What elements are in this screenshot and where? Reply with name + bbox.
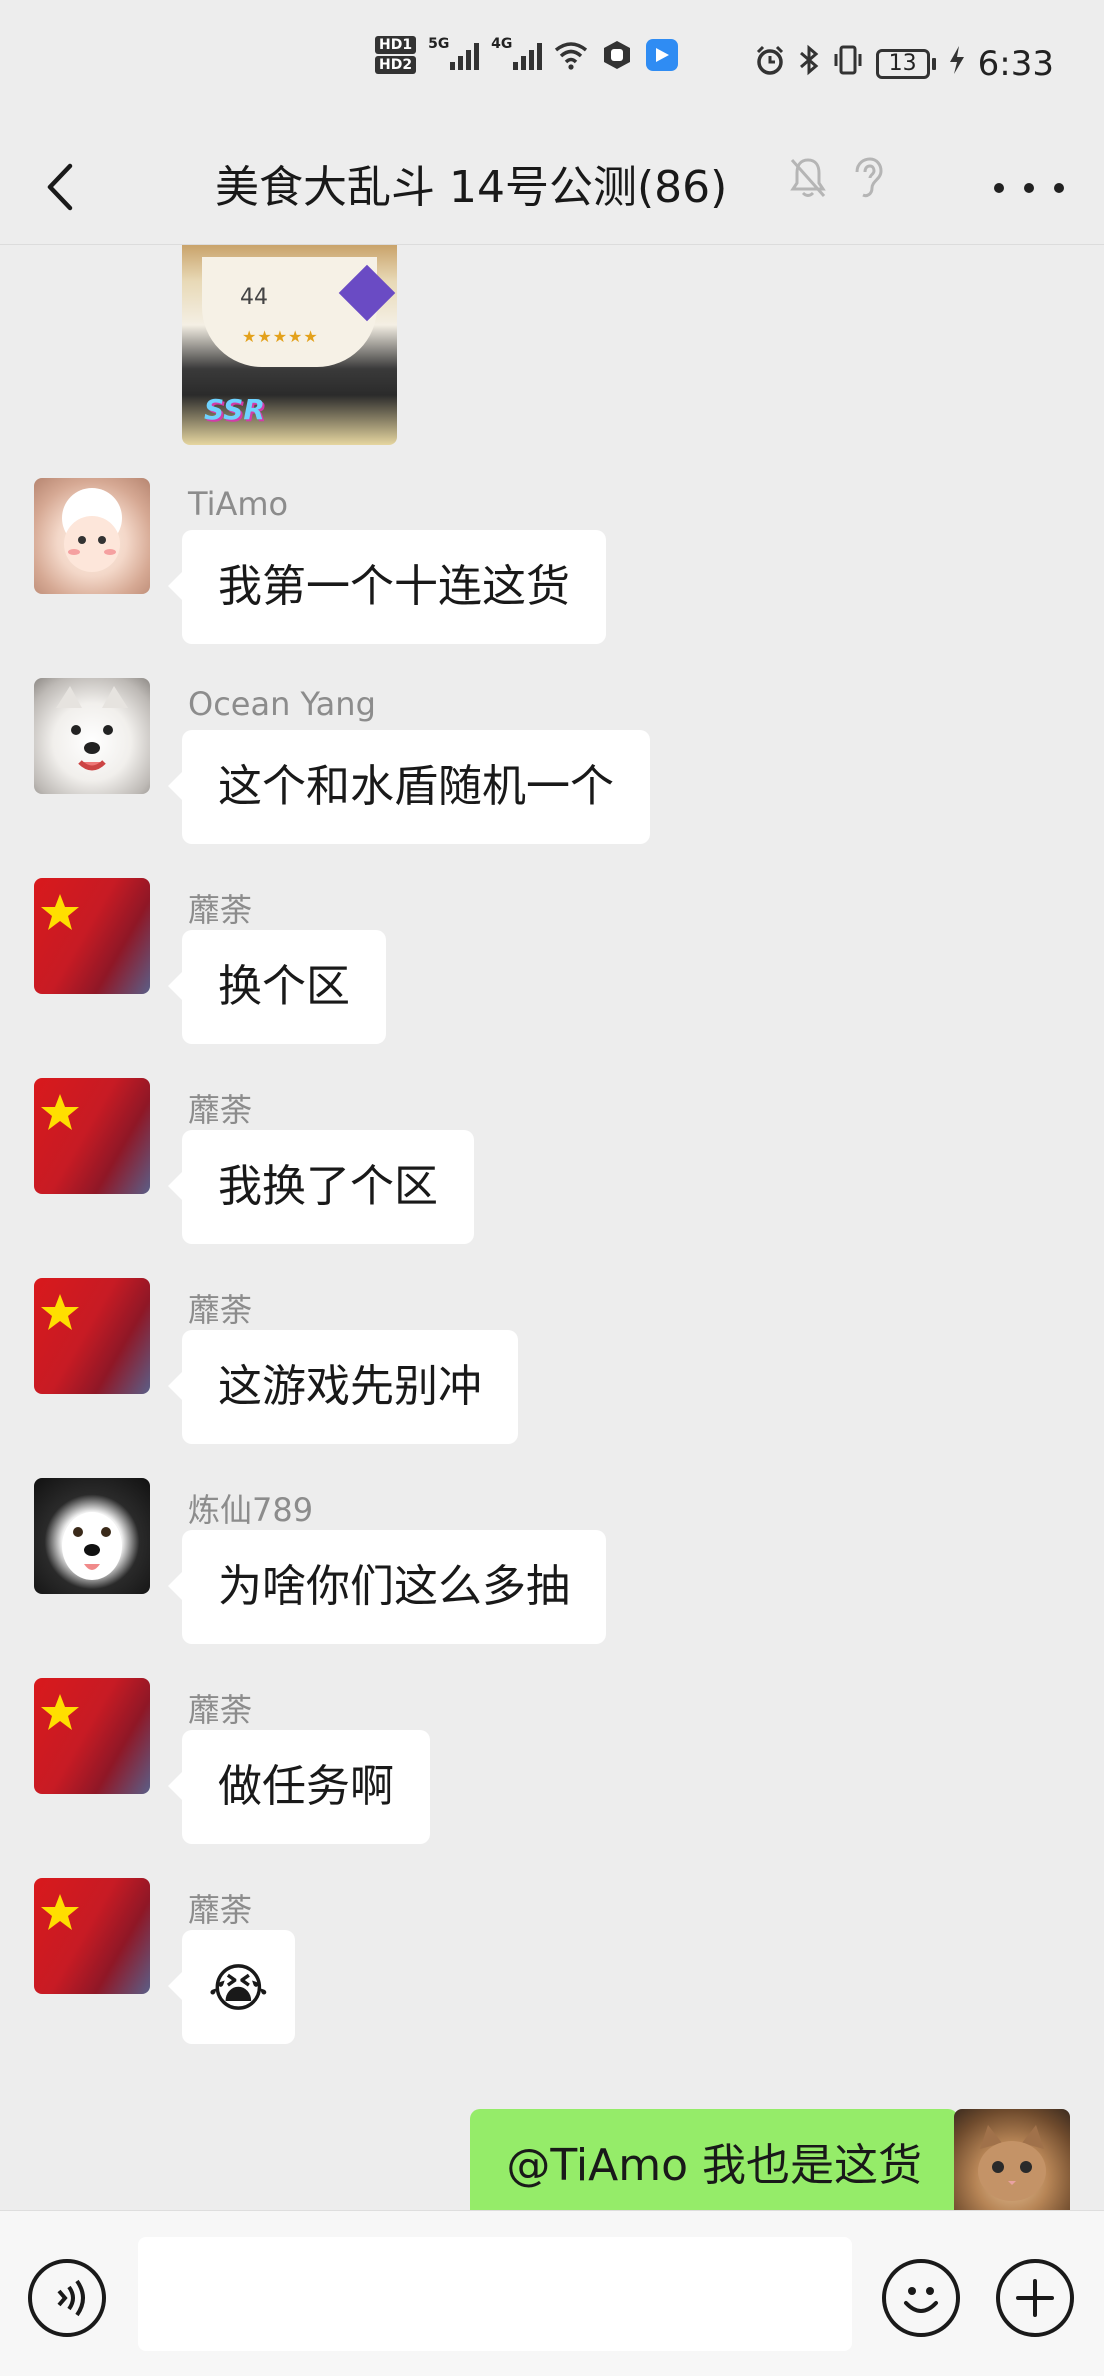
sender-name: Ocean Yang <box>188 685 376 723</box>
avatar[interactable] <box>34 1678 150 1794</box>
hd2-label: HD2 <box>375 56 417 74</box>
card-rarity: SSR <box>204 393 265 426</box>
shared-image-card[interactable]: 44 ★★★★★ SSR <box>182 245 397 445</box>
status-right: 13 6:33 <box>754 44 1054 84</box>
signal-5g-icon: 5G <box>428 36 480 70</box>
hand-icon <box>600 38 634 72</box>
app-badge-icon <box>646 39 679 71</box>
battery-indicator: 13 <box>875 49 936 79</box>
my-message-bubble[interactable]: @TiAmo 我也是这货 <box>470 2109 972 2210</box>
my-avatar[interactable] <box>954 2109 1070 2210</box>
earpiece-icon <box>846 156 886 200</box>
message-bubble[interactable]: 做任务啊 <box>168 1730 430 1844</box>
wifi-icon <box>554 38 588 72</box>
title-bar: 美食大乱斗 14号公测(86) <box>0 130 1104 245</box>
message-bubble[interactable]: 为啥你们这么多抽 <box>168 1530 606 1644</box>
more-dot <box>1054 183 1064 193</box>
battery-level: 13 <box>875 49 930 79</box>
avatar[interactable] <box>34 1078 150 1194</box>
signal-4g-icon: 4G <box>491 36 543 70</box>
signal-5g-label: 5G <box>428 36 450 52</box>
sender-name: 蘼荼 <box>188 1091 253 1129</box>
plus-button[interactable] <box>996 2259 1074 2337</box>
plus-icon <box>1016 2279 1054 2317</box>
more-dot <box>1024 183 1034 193</box>
message-bubble[interactable]: 这个和水盾随机一个 <box>168 730 650 844</box>
bluetooth-icon <box>798 44 820 84</box>
sender-name: 蘼荼 <box>188 1891 253 1929</box>
chat-title: 美食大乱斗 14号公测(86) <box>215 162 728 213</box>
avatar[interactable] <box>34 1878 150 1994</box>
signal-4g-label: 4G <box>491 36 513 52</box>
message-bubble[interactable]: 这游戏先别冲 <box>168 1330 518 1444</box>
emoji-button[interactable] <box>882 2259 960 2337</box>
message-bubble[interactable]: 😭 <box>168 1930 295 2044</box>
mute-icon <box>788 156 828 200</box>
status-left: HD1 HD2 5G 4G <box>375 36 679 74</box>
message-bubble[interactable]: 我换了个区 <box>168 1130 474 1244</box>
card-stars: ★★★★★ <box>242 327 319 346</box>
avatar[interactable] <box>34 878 150 994</box>
more-button[interactable] <box>994 168 1064 208</box>
charging-icon <box>948 45 966 83</box>
message-bubble[interactable]: 换个区 <box>168 930 386 1044</box>
message-input[interactable] <box>138 2237 852 2351</box>
card-portrait <box>202 257 377 367</box>
crying-emoji-icon: 😭 <box>208 1959 269 2019</box>
avatar[interactable] <box>34 1278 150 1394</box>
vibrate-icon <box>832 44 864 84</box>
more-dot <box>994 183 1004 193</box>
sender-name: 蘼荼 <box>188 1691 253 1729</box>
alarm-icon <box>754 44 786 84</box>
voice-button[interactable] <box>28 2259 106 2337</box>
voice-icon <box>57 2279 85 2317</box>
avatar[interactable] <box>34 678 150 794</box>
back-button[interactable] <box>30 152 90 222</box>
card-level: 44 <box>240 285 268 310</box>
chat-area[interactable]: 44 ★★★★★ SSR TiAmo 我第一个十连这货 Ocean Yang 这… <box>0 245 1104 2210</box>
hd1-label: HD1 <box>375 36 417 54</box>
sender-name: 蘼荼 <box>188 891 253 929</box>
message-bubble[interactable]: 我第一个十连这货 <box>168 530 606 644</box>
status-bar: HD1 HD2 5G 4G 13 6:33 <box>0 0 1104 130</box>
avatar[interactable] <box>34 478 150 594</box>
input-bar <box>0 2210 1104 2376</box>
avatar[interactable] <box>34 1478 150 1594</box>
emoji-icon <box>904 2287 938 2313</box>
clock-time: 6:33 <box>977 44 1054 84</box>
hd-indicator: HD1 HD2 <box>375 36 417 74</box>
sender-name: TiAmo <box>188 485 289 523</box>
sender-name: 蘼荼 <box>188 1291 253 1329</box>
back-icon <box>47 163 73 211</box>
sender-name: 炼仙789 <box>188 1491 314 1529</box>
